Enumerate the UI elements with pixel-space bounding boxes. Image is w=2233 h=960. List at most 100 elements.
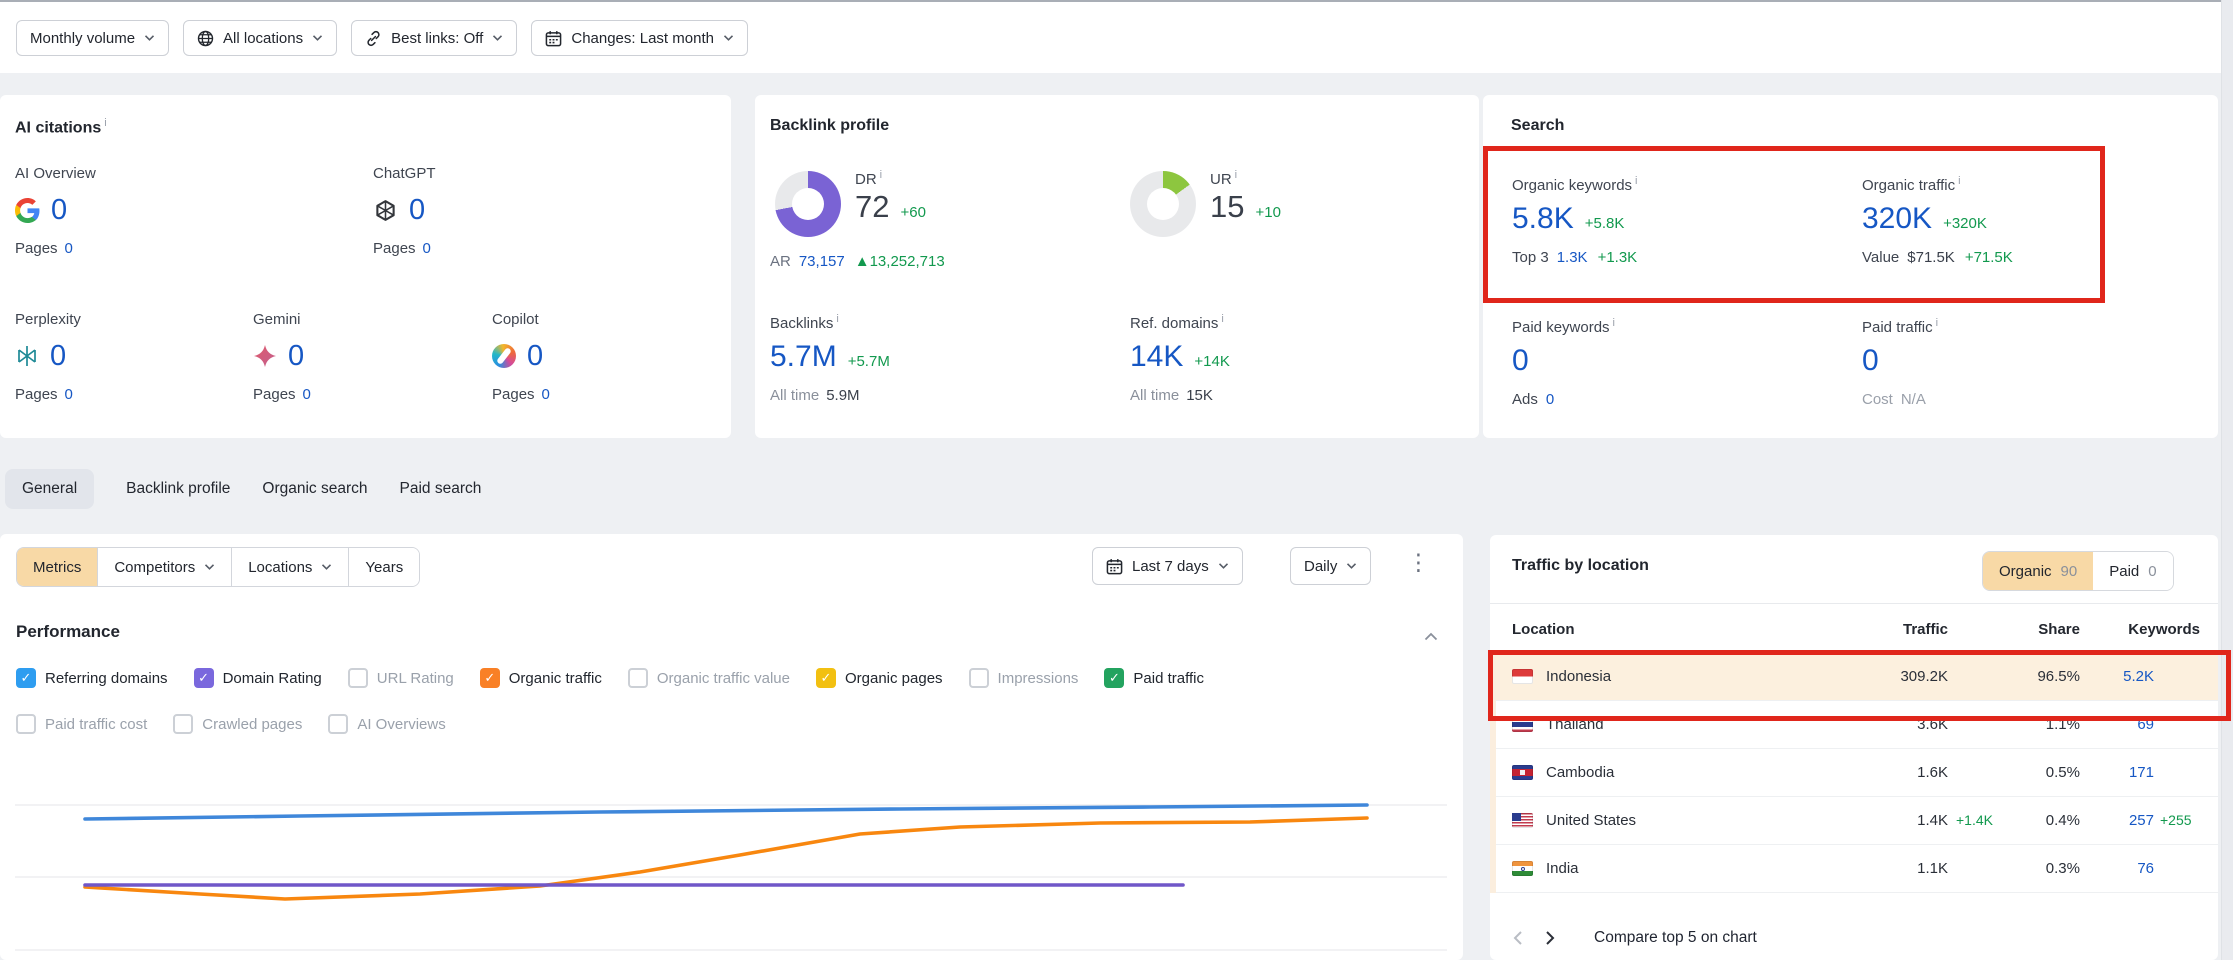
citation-count[interactable]: 0: [409, 194, 425, 227]
organic-keywords-value-link[interactable]: 5.8K: [1512, 202, 1574, 236]
column-header-location[interactable]: Location: [1512, 621, 1844, 638]
unchecked-checkbox-icon[interactable]: [969, 668, 989, 688]
top3-value-link[interactable]: 1.3K: [1557, 249, 1588, 266]
tab-paid-search[interactable]: Paid search: [400, 469, 482, 509]
toggle-paid[interactable]: Paid0: [2093, 552, 2172, 590]
unchecked-checkbox-icon[interactable]: [16, 714, 36, 734]
date-range-button[interactable]: Last 7 days: [1092, 547, 1243, 585]
keywords-count-link[interactable]: 76: [2080, 860, 2154, 877]
metric-checkbox-impressions[interactable]: Impressions: [969, 668, 1079, 688]
location-name: Cambodia: [1546, 764, 1614, 781]
filter-best-links[interactable]: Best links: Off: [351, 20, 517, 56]
location-row-indonesia[interactable]: Indonesia309.2K96.5%5.2K: [1490, 653, 2218, 701]
unchecked-checkbox-icon[interactable]: [628, 668, 648, 688]
info-icon[interactable]: i: [104, 117, 106, 129]
ref-domains-value-link[interactable]: 14K: [1130, 340, 1183, 374]
paid-keywords-value-link[interactable]: 0: [1512, 344, 1529, 378]
checked-checkbox-icon[interactable]: ✓: [480, 668, 500, 688]
previous-page-button[interactable]: [1512, 930, 1524, 946]
location-row-united-states[interactable]: United States1.4K+1.4K0.4%257+255: [1490, 797, 2218, 845]
metric-checkbox-paid-traffic-cost[interactable]: Paid traffic cost: [16, 714, 147, 734]
filter-monthly-volume[interactable]: Monthly volume: [16, 20, 169, 56]
traffic-delta: [1948, 860, 2004, 877]
backlinks-value-link[interactable]: 5.7M: [770, 340, 837, 374]
segment-years[interactable]: Years: [348, 548, 419, 586]
metric-checkbox-paid-traffic[interactable]: ✓Paid traffic: [1104, 668, 1204, 688]
ar-value-link[interactable]: 73,157: [799, 253, 845, 270]
metric-checkbox-domain-rating[interactable]: ✓Domain Rating: [194, 668, 322, 688]
next-page-button[interactable]: [1544, 930, 1556, 946]
info-icon[interactable]: i: [1221, 313, 1223, 325]
metric-label: AI Overviews: [357, 716, 445, 733]
checked-checkbox-icon[interactable]: ✓: [16, 668, 36, 688]
granularity-button[interactable]: Daily: [1290, 547, 1371, 585]
filter-all-locations[interactable]: All locations: [183, 20, 337, 56]
thailand-flag-icon: [1512, 717, 1533, 732]
card-title: Backlink profile: [770, 117, 889, 135]
metric-checkbox-ai-overviews[interactable]: AI Overviews: [328, 714, 445, 734]
ai-engine-copilot: Copilot 0 Pages0: [492, 311, 717, 403]
more-options-button[interactable]: ⋮: [1407, 551, 1430, 574]
pages-count-link[interactable]: 0: [65, 240, 73, 257]
metric-label: Impressions: [998, 670, 1079, 687]
segment-competitors[interactable]: Competitors: [97, 548, 231, 586]
ads-count-link[interactable]: 0: [1546, 391, 1554, 408]
metric-checkbox-crawled-pages[interactable]: Crawled pages: [173, 714, 302, 734]
unchecked-checkbox-icon[interactable]: [348, 668, 368, 688]
unchecked-checkbox-icon[interactable]: [173, 714, 193, 734]
authority-rank-row: AR73,157▲13,252,713: [770, 253, 945, 270]
tab-backlink-profile[interactable]: Backlink profile: [126, 469, 230, 509]
checked-checkbox-icon[interactable]: ✓: [194, 668, 214, 688]
citation-count[interactable]: 0: [50, 340, 66, 373]
keywords-count-link[interactable]: 69: [2080, 716, 2154, 733]
toggle-organic[interactable]: Organic90: [1983, 552, 2093, 590]
column-header-keywords[interactable]: Keywords: [2080, 621, 2200, 638]
info-icon[interactable]: i: [1235, 169, 1237, 181]
filter-changes[interactable]: Changes: Last month: [531, 20, 748, 56]
citation-count[interactable]: 0: [51, 194, 67, 227]
keywords-count-link[interactable]: 171: [2080, 764, 2154, 781]
location-row-india[interactable]: India1.1K0.3%76: [1490, 845, 2218, 893]
chevron-down-icon: [492, 34, 503, 42]
location-row-thailand[interactable]: Thailand3.6K1.1%69: [1490, 701, 2218, 749]
collapse-section-button[interactable]: [1424, 628, 1438, 646]
checked-checkbox-icon[interactable]: ✓: [1104, 668, 1124, 688]
unchecked-checkbox-icon[interactable]: [328, 714, 348, 734]
metric-label: Paid traffic cost: [45, 716, 147, 733]
segment-locations[interactable]: Locations: [231, 548, 348, 586]
info-icon[interactable]: i: [1635, 175, 1637, 187]
tab-organic-search[interactable]: Organic search: [262, 469, 367, 509]
segment-metrics[interactable]: Metrics: [17, 548, 97, 586]
pages-count-link[interactable]: 0: [303, 386, 311, 403]
paid-traffic-value-link[interactable]: 0: [1862, 344, 1879, 378]
column-header-share[interactable]: Share: [2004, 621, 2080, 638]
checked-checkbox-icon[interactable]: ✓: [816, 668, 836, 688]
citation-count[interactable]: 0: [527, 340, 543, 373]
keywords-count-link[interactable]: 257: [2080, 812, 2154, 829]
info-icon[interactable]: i: [1958, 175, 1960, 187]
pages-count-link[interactable]: 0: [423, 240, 431, 257]
tab-general[interactable]: General: [5, 469, 94, 509]
pages-count-link[interactable]: 0: [542, 386, 550, 403]
keywords-count-link[interactable]: 5.2K: [2080, 668, 2154, 685]
ai-engine-perplexity: Perplexity 0 Pages0: [15, 311, 240, 403]
info-icon[interactable]: i: [1613, 317, 1615, 329]
info-icon[interactable]: i: [880, 169, 882, 181]
metric-checkbox-referring-domains[interactable]: ✓Referring domains: [16, 668, 168, 688]
performance-chart[interactable]: [0, 740, 1463, 960]
info-icon[interactable]: i: [1936, 317, 1938, 329]
location-name: Thailand: [1546, 716, 1604, 733]
vertical-scrollbar[interactable]: [2221, 0, 2233, 960]
info-icon[interactable]: i: [836, 313, 838, 325]
location-row-cambodia[interactable]: Cambodia1.6K0.5%171: [1490, 749, 2218, 797]
pages-count-link[interactable]: 0: [65, 386, 73, 403]
citation-count[interactable]: 0: [288, 340, 304, 373]
column-header-traffic[interactable]: Traffic: [1844, 621, 2004, 638]
organic-traffic-value-link[interactable]: 320K: [1862, 202, 1932, 236]
compare-top5-button[interactable]: Compare top 5 on chart: [1594, 929, 1757, 947]
metric-checkbox-url-rating[interactable]: URL Rating: [348, 668, 454, 688]
metric-checkbox-organic-traffic-value[interactable]: Organic traffic value: [628, 668, 790, 688]
metric-checkbox-organic-traffic[interactable]: ✓Organic traffic: [480, 668, 602, 688]
metric-checkbox-organic-pages[interactable]: ✓Organic pages: [816, 668, 943, 688]
up-triangle-icon: ▲: [855, 253, 870, 270]
